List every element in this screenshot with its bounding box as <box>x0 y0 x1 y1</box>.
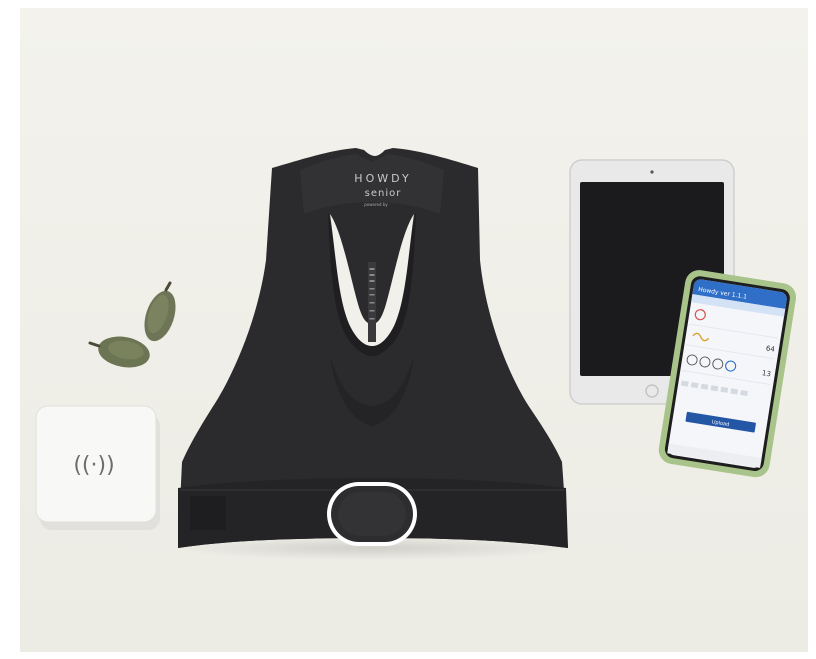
garment-subbrand: senior <box>365 188 402 199</box>
phone-app-value-1: 64 <box>765 344 776 353</box>
garment-powered-by: powered by <box>364 202 388 207</box>
garment-brand: HOWDY <box>354 172 411 185</box>
phone-app-value-2: 13 <box>761 369 771 378</box>
sensor-pod <box>327 482 417 546</box>
wireless-charging-icon: ((·)) <box>73 453 114 478</box>
product-photo: HOWDY senior powered by ((·)) Howdy ver … <box>20 8 808 652</box>
